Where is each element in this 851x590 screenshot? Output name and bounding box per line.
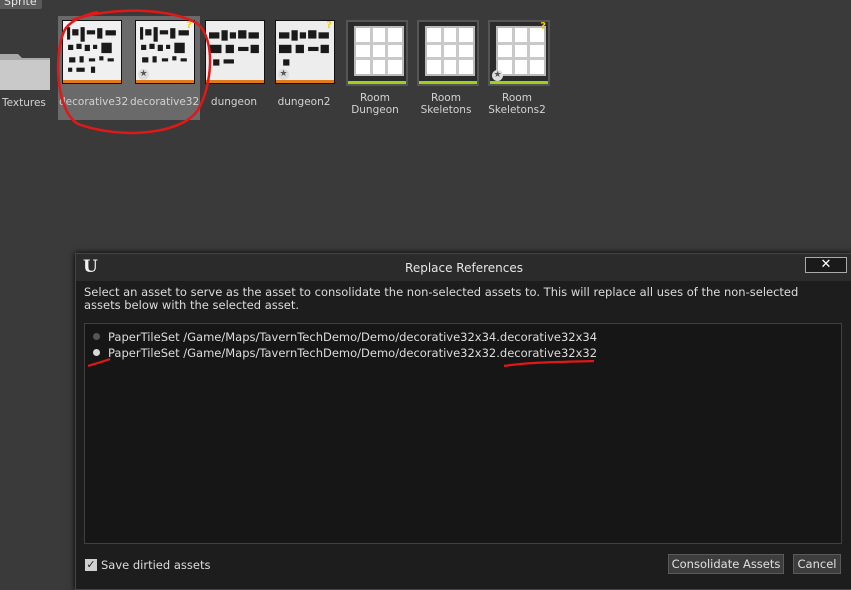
star-icon: ★	[492, 70, 503, 81]
asset-options-list: PaperTileSet /Game/Maps/TavernTechDemo/D…	[84, 323, 842, 544]
asset-tile-room-skeletons[interactable]: Room Skeletons	[413, 18, 479, 120]
asset-label: decorative32x34	[130, 96, 199, 108]
asset-option-decorative32x32[interactable]: PaperTileSet /Game/Maps/TavernTechDemo/D…	[93, 345, 597, 361]
tileset-thumbnail: ? ★	[135, 20, 195, 84]
tileset-thumbnail	[205, 20, 265, 84]
asset-tile-textures[interactable]: Textures	[0, 18, 66, 120]
texture-type-bar	[206, 80, 264, 83]
question-icon: ?	[326, 20, 332, 31]
texture-type-bar	[276, 80, 334, 83]
dialog-description: Select an asset to serve as the asset to…	[84, 285, 799, 312]
tilemap-thumbnail	[417, 20, 479, 86]
asset-tile-decorative32x34[interactable]: ? ★ decorative32x34	[130, 18, 199, 120]
asset-label: Room Skeletons	[420, 92, 472, 116]
tileset-thumbnail: ? ★	[275, 20, 335, 84]
radio-button[interactable]	[93, 333, 100, 340]
tilemap-grid-icon	[425, 26, 475, 76]
replace-references-dialog: U Replace References ✕ Select an asset t…	[75, 253, 851, 590]
question-icon: ?	[540, 21, 546, 32]
star-icon: ★	[138, 69, 149, 80]
asset-label: dungeon2	[277, 96, 331, 108]
tileset-sheet-icon	[67, 27, 116, 73]
tilemap-type-bar	[348, 81, 406, 84]
dialog-titlebar[interactable]: U Replace References ✕	[76, 254, 851, 281]
radio-button[interactable]	[93, 349, 100, 356]
tileset-thumbnail	[62, 20, 122, 84]
star-icon: ★	[278, 69, 289, 80]
asset-tile-room-dungeon[interactable]: Room Dungeon	[342, 18, 408, 120]
asset-label: Room Skeletons2	[488, 92, 546, 116]
tilemap-grid-icon	[496, 26, 546, 76]
tileset-sheet-icon	[209, 30, 259, 66]
question-icon: ?	[186, 20, 192, 31]
folder-icon	[0, 54, 50, 90]
asset-label: decorative32x32	[59, 96, 129, 108]
consolidate-assets-button[interactable]: Consolidate Assets	[668, 554, 784, 574]
asset-label: Room Dungeon	[351, 92, 399, 116]
asset-tile-dungeon[interactable]: dungeon	[201, 18, 267, 120]
asset-option-label: PaperTileSet /Game/Maps/TavernTechDemo/D…	[108, 346, 598, 360]
asset-label: dungeon	[210, 96, 258, 108]
tilemap-type-bar	[419, 81, 477, 84]
asset-tile-dungeon2[interactable]: ? ★ dungeon2	[271, 18, 337, 120]
asset-tile-room-skeletons2[interactable]: ? ★ Room Skeletons2	[484, 18, 550, 120]
save-dirtied-checkbox-row[interactable]: ✓ Save dirtied assets	[85, 558, 210, 572]
asset-label: Textures	[2, 97, 46, 109]
tilemap-thumbnail	[346, 20, 408, 86]
asset-option-label: PaperTileSet /Game/Maps/TavernTechDemo/D…	[108, 330, 598, 344]
texture-type-bar	[63, 80, 121, 83]
dialog-title: Replace References	[405, 261, 523, 275]
checkbox-icon[interactable]: ✓	[85, 558, 97, 571]
save-dirtied-label: Save dirtied assets	[101, 558, 211, 572]
tilemap-type-bar	[490, 81, 548, 84]
asset-tile-decorative32x32[interactable]: decorative32x32	[59, 18, 129, 120]
asset-option-decorative32x34[interactable]: PaperTileSet /Game/Maps/TavernTechDemo/D…	[93, 329, 597, 345]
cancel-button[interactable]: Cancel	[793, 554, 841, 574]
tilemap-grid-icon	[354, 26, 404, 76]
close-button[interactable]: ✕	[805, 257, 847, 273]
sprite-tab[interactable]: Sprite	[0, 0, 42, 9]
tilemap-thumbnail: ? ★	[488, 20, 550, 86]
texture-type-bar	[136, 80, 194, 83]
